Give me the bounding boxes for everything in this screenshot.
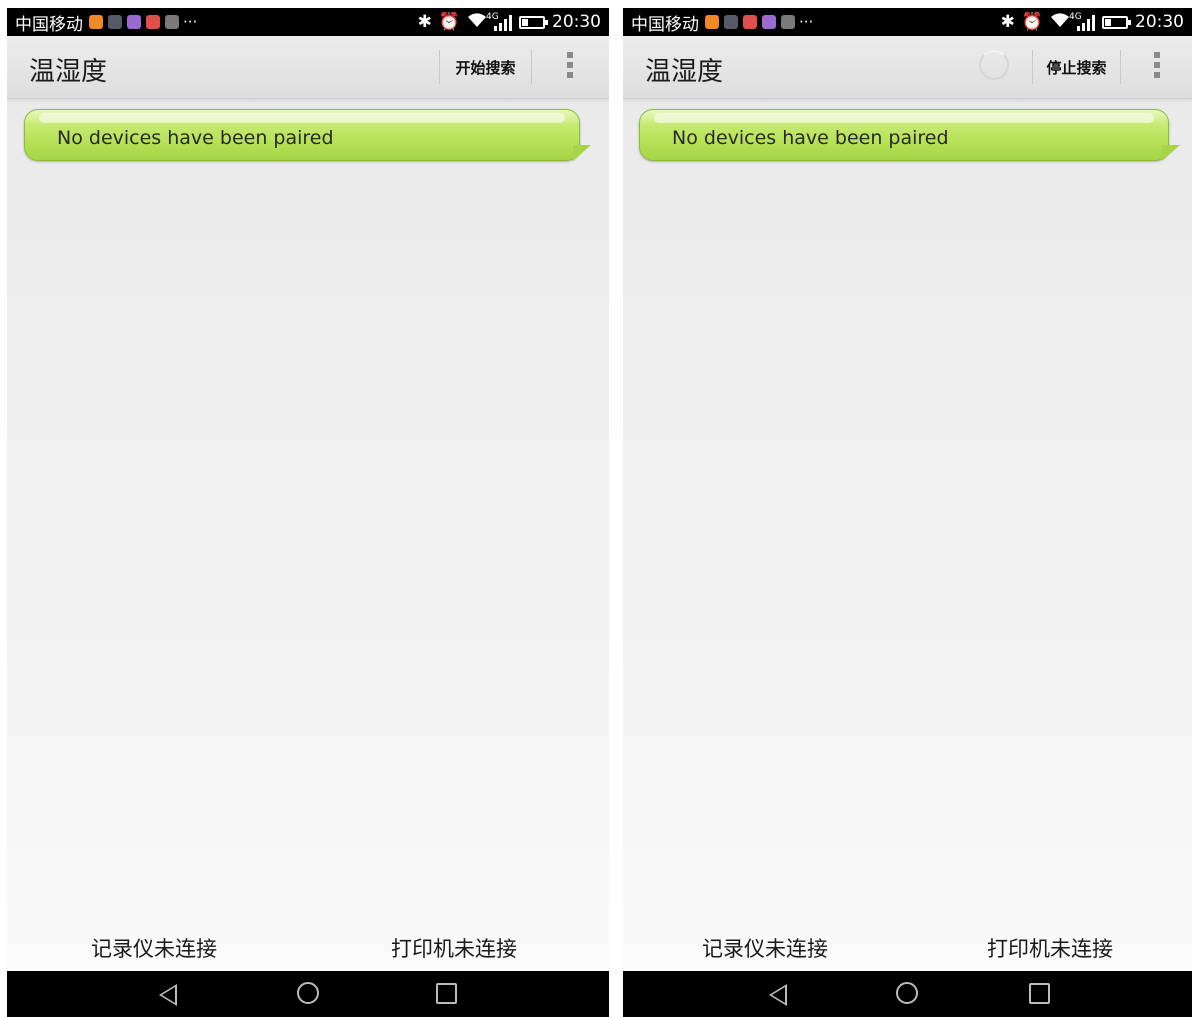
notification-app-icon [108, 15, 122, 29]
alarm-icon: ⏰ [1021, 12, 1043, 32]
navigation-bar [7, 971, 609, 1017]
recorder-status[interactable]: 记录仪未连接 [702, 933, 828, 963]
printer-status[interactable]: 打印机未连接 [391, 933, 517, 963]
navigation-bar [623, 971, 1192, 1017]
clock-time: 20:30 [552, 12, 601, 32]
alarm-icon: ⏰ [438, 12, 460, 32]
phone-screen-left: 中国移动 ··· ✱ ⏰ 4G 20:30 温湿度 开始搜索 No device… [7, 8, 609, 1017]
notification-icons [89, 15, 179, 29]
wifi-icon [1050, 12, 1070, 33]
message-bubble: No devices have been paired [639, 109, 1169, 161]
stop-search-button[interactable]: 停止搜索 [1032, 50, 1121, 84]
signal-icon: 4G [486, 12, 512, 31]
status-bar: 中国移动 ··· ✱ ⏰ 4G 20:30 [7, 8, 609, 36]
more-notifications-indicator: ··· [799, 13, 814, 31]
notification-app-icon [89, 15, 103, 29]
no-devices-message: No devices have been paired [57, 127, 334, 149]
notification-app-icon [146, 15, 160, 29]
notification-icons [705, 15, 795, 29]
status-icons: ✱ ⏰ 4G 20:30 [418, 8, 601, 36]
notification-app-icon [165, 15, 179, 29]
bubble-tail [1162, 145, 1180, 161]
status-icons: ✱ ⏰ 4G 20:30 [1001, 8, 1184, 36]
notification-app-icon [781, 15, 795, 29]
action-bar: 温湿度 停止搜索 [623, 36, 1192, 99]
battery-icon [1102, 15, 1131, 29]
notification-app-icon [743, 15, 757, 29]
notification-app-icon [724, 15, 738, 29]
back-icon[interactable] [769, 984, 787, 1006]
network-type: 4G [486, 12, 499, 22]
back-icon[interactable] [159, 984, 177, 1006]
app-title: 温湿度 [29, 57, 108, 87]
message-bubble: No devices have been paired [24, 109, 580, 161]
bluetooth-icon: ✱ [417, 12, 432, 32]
recent-apps-icon[interactable] [1029, 983, 1050, 1004]
carrier-name: 中国移动 [15, 14, 83, 35]
bluetooth-icon: ✱ [1000, 12, 1015, 32]
bubble-tail [573, 145, 591, 161]
home-icon[interactable] [896, 982, 918, 1004]
no-devices-message: No devices have been paired [672, 127, 949, 149]
printer-status[interactable]: 打印机未连接 [987, 933, 1113, 963]
start-search-button[interactable]: 开始搜索 [439, 50, 532, 84]
clock-time: 20:30 [1135, 12, 1184, 32]
status-bar: 中国移动 ··· ✱ ⏰ 4G 20:30 [623, 8, 1192, 36]
notification-app-icon [762, 15, 776, 29]
app-title: 温湿度 [645, 57, 724, 87]
carrier-name: 中国移动 [631, 14, 699, 35]
network-type: 4G [1069, 12, 1082, 22]
battery-icon [519, 15, 548, 29]
overflow-menu-icon[interactable] [1153, 52, 1161, 78]
notification-app-icon [127, 15, 141, 29]
wifi-icon [467, 12, 487, 33]
home-icon[interactable] [297, 982, 319, 1004]
phone-screen-right: 中国移动 ··· ✱ ⏰ 4G 20:30 温湿度 停止搜索 No device… [623, 8, 1192, 1017]
more-notifications-indicator: ··· [183, 13, 198, 31]
action-bar: 温湿度 开始搜索 [7, 36, 609, 99]
recent-apps-icon[interactable] [436, 983, 457, 1004]
notification-app-icon [705, 15, 719, 29]
overflow-menu-icon[interactable] [566, 52, 574, 78]
loading-spinner-icon [979, 50, 1009, 80]
signal-icon: 4G [1069, 12, 1095, 31]
recorder-status[interactable]: 记录仪未连接 [91, 933, 217, 963]
